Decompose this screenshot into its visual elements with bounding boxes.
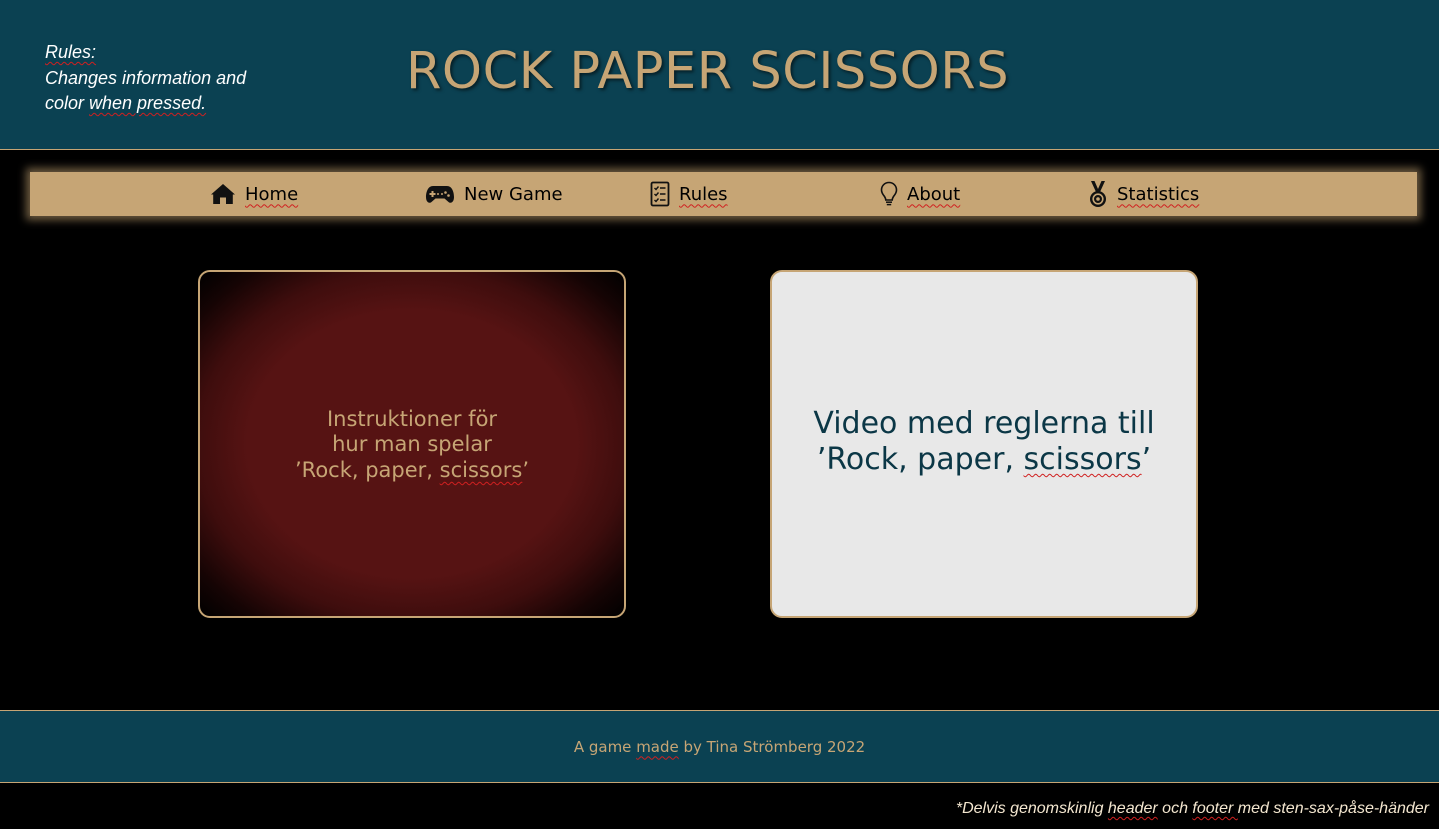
instructions-line-2: hur man spelar xyxy=(332,432,492,457)
instructions-line-3a: ’Rock, paper, xyxy=(295,457,440,482)
nav-statistics[interactable]: Statistics xyxy=(1088,172,1199,216)
footnote-part-1: *Delvis genomskinlig xyxy=(955,800,1108,817)
nav-home-label: Home xyxy=(245,183,299,205)
footer-text: A game made by Tina Strömberg 2022 xyxy=(574,738,865,756)
instructions-text: Instruktioner för hur man spelar ’Rock, … xyxy=(295,405,529,484)
video-line-2b: scissors xyxy=(1023,442,1142,477)
video-line-1: Video med reglerna till xyxy=(813,406,1155,441)
note-rules-label: Rules: xyxy=(45,42,97,62)
nav-new-game-label: New Game xyxy=(464,183,563,205)
nav-new-game[interactable]: New Game xyxy=(425,172,563,216)
note-line-3a: color xyxy=(45,93,90,113)
note-line-3b: when pressed. xyxy=(89,93,207,113)
footnote-part-3: och xyxy=(1157,800,1193,817)
page-footer: A game made by Tina Strömberg 2022 xyxy=(0,710,1439,783)
video-line-2c: ’ xyxy=(1141,442,1152,477)
instructions-card[interactable]: Instruktioner för hur man spelar ’Rock, … xyxy=(198,270,626,618)
instructions-line-3c: ’ xyxy=(522,457,529,482)
video-line-2a: ’Rock, paper, xyxy=(816,442,1024,477)
gamepad-icon xyxy=(425,183,455,205)
rules-note: Rules: Changes information and color whe… xyxy=(45,40,305,117)
footer-text-c: by Tina Strömberg 2022 xyxy=(678,737,866,756)
footnote-part-2: header xyxy=(1107,800,1158,817)
footer-text-a: A game xyxy=(573,737,637,756)
footer-text-b: made xyxy=(636,737,679,756)
nav-statistics-label: Statistics xyxy=(1117,183,1200,205)
main-nav: Home New Game Rules About Statistics xyxy=(30,172,1417,216)
page-title: ROCK PAPER SCISSORS xyxy=(406,42,1010,101)
page-header: Rules: Changes information and color whe… xyxy=(0,0,1439,150)
nav-about[interactable]: About xyxy=(880,172,960,216)
video-card[interactable]: Video med reglerna till ’Rock, paper, sc… xyxy=(770,270,1198,618)
video-text: Video med reglerna till ’Rock, paper, sc… xyxy=(813,406,1154,478)
medal-icon xyxy=(1088,180,1108,208)
nav-about-label: About xyxy=(907,183,961,205)
instructions-line-3b: scissors xyxy=(439,457,523,482)
lightbulb-icon xyxy=(880,181,898,207)
footnote-part-4: footer xyxy=(1192,800,1238,817)
footnote-part-5: med sten-sax-påse-händer xyxy=(1237,800,1429,817)
home-icon xyxy=(210,182,236,206)
nav-home[interactable]: Home xyxy=(210,172,298,216)
checklist-icon xyxy=(650,181,670,207)
nav-rules[interactable]: Rules xyxy=(650,172,728,216)
instructions-line-1: Instruktioner för xyxy=(326,406,498,431)
footnote: *Delvis genomskinlig header och footer m… xyxy=(956,800,1429,818)
note-line-2: Changes information and xyxy=(45,67,247,88)
nav-rules-label: Rules xyxy=(679,183,728,205)
